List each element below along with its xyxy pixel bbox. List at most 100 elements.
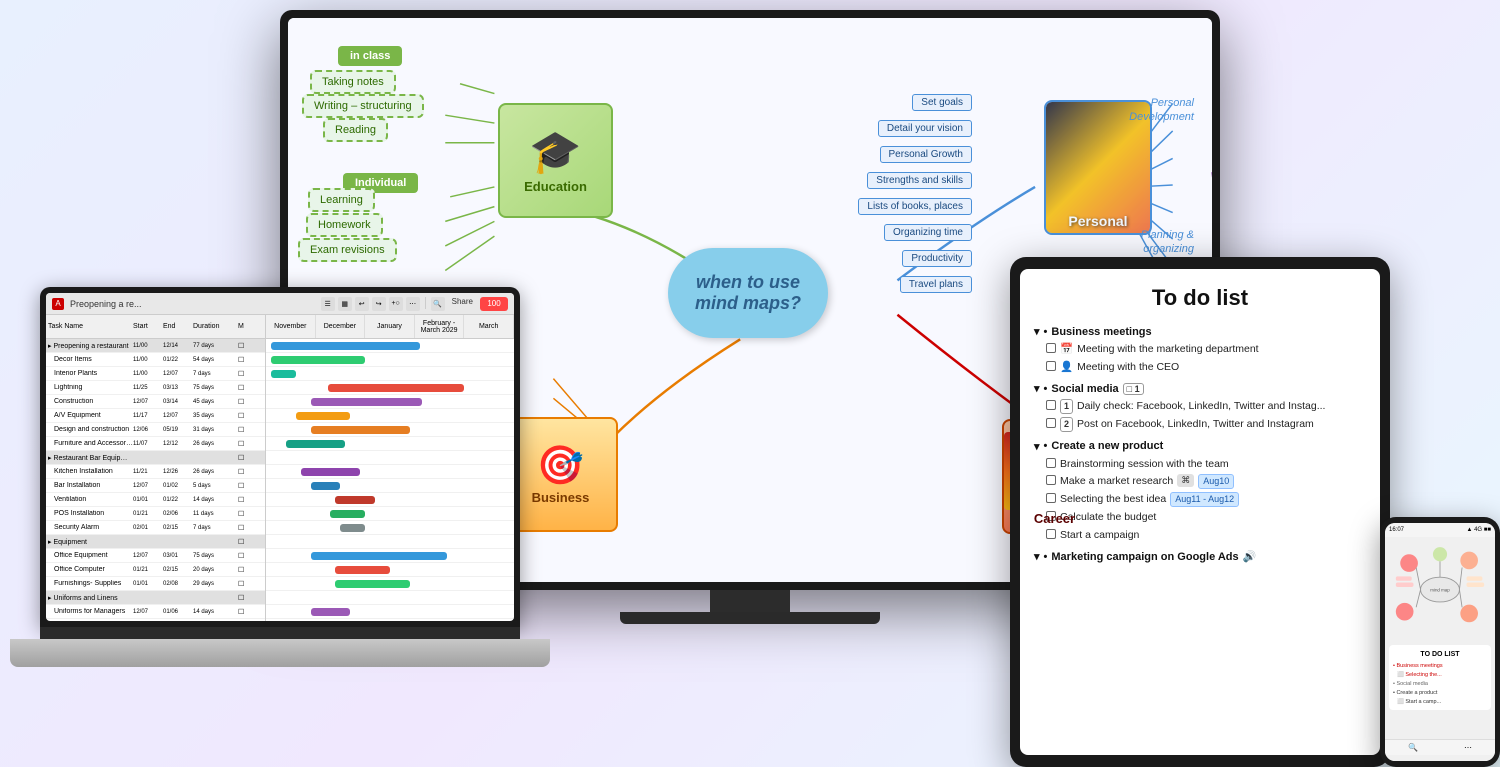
collapse-arrow-marketing[interactable]: ▾ [1034,550,1040,563]
text-select-idea: Selecting the best idea [1060,492,1166,507]
gantt-row[interactable]: POS Installation 01/21 02/06 11 days ☐ [46,507,265,521]
gantt-controls[interactable]: ☰ ▦ ↩ ↪ +○ ⋯ 🔍 Share 100 [321,297,508,311]
gantt-row[interactable]: Office Computer 01/21 02/15 20 days ☐ [46,563,265,577]
col-start: Start [133,323,163,330]
gantt-bar-row [266,605,514,619]
task-name: Security Alarm [48,524,133,531]
task-milestone: ☐ [238,482,266,490]
gantt-row[interactable]: ▸ Preopening a restaurant 11/00 12/14 77… [46,339,265,353]
section-header-marketing[interactable]: ▾ • Marketing campaign on Google Ads 🔊 [1034,550,1366,563]
section-header-business[interactable]: ▾ • Business meetings [1034,325,1366,338]
task-milestone: ☐ [238,384,266,392]
checkbox-brainstorm[interactable] [1046,458,1056,468]
gantt-row[interactable]: Uniforms for Managers 12/07 01/06 14 day… [46,605,265,619]
checkbox-social1[interactable] [1046,400,1056,410]
task-milestone: ☐ [238,454,266,462]
task-milestone: ☐ [238,342,266,350]
task-duration: 20 days [193,567,238,573]
gantt-row[interactable]: Security Alarm 02/01 02/15 7 days ☐ [46,521,265,535]
gantt-bar [301,468,361,476]
gantt-row[interactable]: A/V Equipment 11/17 12/07 35 days ☐ [46,409,265,423]
task-end: 01/22 [163,357,193,363]
menu-btn[interactable]: ☰ [321,297,335,311]
task-end: 02/08 [163,581,193,587]
checkbox-meeting2[interactable] [1046,361,1056,371]
undo-btn[interactable]: ↩ [355,297,369,311]
gantt-row[interactable]: ▸ Restaurant Bar Equipment ☐ [46,451,265,465]
task-milestone: ☐ [238,468,266,476]
section-label-marketing: Marketing campaign on Google Ads [1051,551,1238,563]
task-name: Lightning [48,384,133,391]
checkbox-social2[interactable] [1046,418,1056,428]
writing-box: Writing – structuring [302,94,424,118]
section-header-social[interactable]: ▾ • Social media □ 1 [1034,382,1366,395]
checkbox-market[interactable] [1046,475,1056,485]
gantt-row[interactable]: ▸ Uniforms and Linens ☐ [46,591,265,605]
task-duration: 11 days [193,511,238,517]
search-btn[interactable]: 🔍 [431,297,445,311]
travel-plans-item: Travel plans [900,276,972,293]
gantt-bar [335,496,375,504]
checkbox-campaign[interactable] [1046,529,1056,539]
section-label-business: Business meetings [1051,326,1151,338]
todo-item-campaign: Start a campaign [1046,528,1366,543]
checkbox-meeting1[interactable] [1046,343,1056,353]
text-brainstorm: Brainstorming session with the team [1060,457,1229,472]
gantt-row[interactable]: Office Equipment 12/07 03/01 75 days ☐ [46,549,265,563]
task-start: 01/01 [133,497,163,503]
center-bubble: when to use mind maps? [668,248,828,338]
task-milestone: ☐ [238,412,266,420]
task-milestone: ☐ [238,440,266,448]
gantt-row[interactable]: Uniforms for Kitchen crew 01/17 01/31 11… [46,619,265,621]
task-end: 12/12 [163,441,193,447]
gantt-row[interactable]: ▸ Equipment ☐ [46,535,265,549]
gantt-bar [311,552,447,560]
task-start: 11/17 [133,413,163,419]
phone-more-icon[interactable]: ⋯ [1464,743,1472,752]
exam-revisions-box: Exam revisions [298,238,397,262]
emoji-meeting1: 📅 [1060,342,1073,357]
monitor-stand-neck [710,590,790,612]
todo-content: To do list ▾ • Business meetings 📅 Meeti… [1020,269,1380,587]
gantt-bar-row [266,591,514,605]
task-name: ▸ Preopening a restaurant [48,342,133,350]
gantt-row[interactable]: Design and construction 12/06 05/19 31 d… [46,423,265,437]
gantt-row[interactable]: Decor Items 11/00 01/22 54 days ☐ [46,353,265,367]
collapse-arrow-social[interactable]: ▾ [1034,382,1040,395]
share-btn[interactable]: Share [448,297,477,311]
month-mar: March [464,315,514,338]
tag-aug11-12: Aug11 - Aug12 [1170,492,1239,507]
gantt-row[interactable]: Construction 12/07 03/14 45 days ☐ [46,395,265,409]
todo-section-product: ▾ • Create a new product Brainstorming s… [1034,440,1366,542]
gantt-row[interactable]: Bar Installation 12/07 01/02 5 days ☐ [46,479,265,493]
gantt-right-panel: November December January February - Mar… [266,315,514,621]
gantt-row[interactable]: Lightning 11/25 03/13 75 days ☐ [46,381,265,395]
task-name: ▸ Equipment [48,538,133,546]
collapse-arrow-product[interactable]: ▾ [1034,440,1040,453]
gantt-bar-row [266,465,514,479]
gantt-bar-row [266,549,514,563]
gantt-row[interactable]: Interior Plants 11/00 12/07 7 days ☐ [46,367,265,381]
task-end: 12/26 [163,469,193,475]
add-btn[interactable]: +○ [389,297,403,311]
planning-label: Planning &organizing [1141,228,1194,257]
checkbox-idea[interactable] [1046,493,1056,503]
gantt-bar [271,370,296,378]
lists-books-item: Lists of books, places [858,198,972,215]
gantt-row[interactable]: Furnishings- Supplies 01/01 02/08 29 day… [46,577,265,591]
gantt-bar-row [266,619,514,621]
redo-btn[interactable]: ↪ [372,297,386,311]
gantt-bar-row [266,437,514,451]
task-start: 11/21 [133,469,163,475]
gantt-bar [335,566,390,574]
section-header-product[interactable]: ▾ • Create a new product [1034,440,1366,453]
gantt-row[interactable]: Furniture and Accessories 11/07 12/12 26… [46,437,265,451]
gantt-row[interactable]: Ventilation 01/01 01/22 14 days ☐ [46,493,265,507]
phone-search-icon[interactable]: 🔍 [1408,743,1418,752]
gantt-row[interactable]: Kitchen Installation 11/21 12/26 26 days… [46,465,265,479]
view-btn[interactable]: ▦ [338,297,352,311]
collapse-arrow[interactable]: ▾ [1034,325,1040,338]
todo-item-brainstorm: Brainstorming session with the team [1046,457,1366,472]
more-btn[interactable]: ⋯ [406,297,420,311]
task-milestone: ☐ [238,538,266,546]
